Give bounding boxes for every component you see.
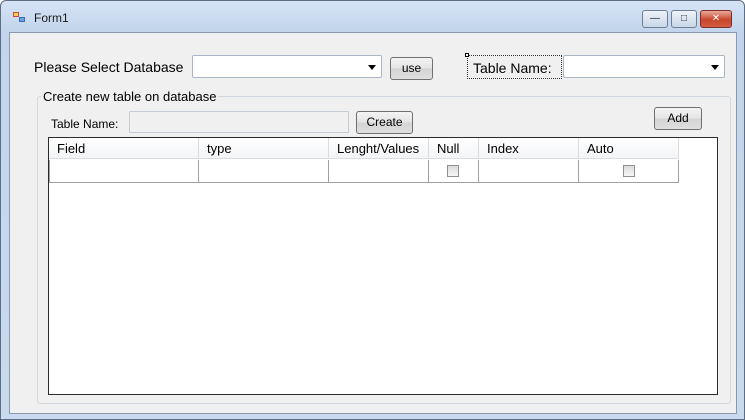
form-icon xyxy=(13,12,27,24)
new-table-name-input[interactable] xyxy=(129,111,349,133)
title-bar[interactable]: Form1 — □ ✕ xyxy=(1,1,744,33)
column-header-index[interactable]: Index xyxy=(479,138,579,159)
cell-auto xyxy=(579,160,679,183)
app-window: Form1 — □ ✕ Please Select Database use T… xyxy=(0,0,745,420)
database-combobox[interactable] xyxy=(192,55,382,78)
table-name-label: Table Name: xyxy=(473,60,552,76)
cell-type[interactable] xyxy=(199,160,329,183)
resize-handle[interactable] xyxy=(465,53,469,57)
column-header-auto[interactable]: Auto xyxy=(579,138,679,159)
minimize-icon: — xyxy=(650,13,660,24)
select-database-label: Please Select Database xyxy=(34,59,184,75)
create-button[interactable]: Create xyxy=(356,111,413,134)
null-checkbox[interactable] xyxy=(447,165,459,177)
auto-checkbox[interactable] xyxy=(623,165,635,177)
close-button[interactable]: ✕ xyxy=(700,10,732,28)
column-header-field[interactable]: Field xyxy=(49,138,199,159)
create-table-group-title: Create new table on database xyxy=(41,89,219,104)
window-title: Form1 xyxy=(34,11,69,25)
chevron-down-icon xyxy=(711,65,719,70)
add-button[interactable]: Add xyxy=(654,107,702,130)
maximize-icon: □ xyxy=(680,13,688,24)
cell-null xyxy=(429,160,479,183)
chevron-down-icon xyxy=(368,65,376,70)
cell-index[interactable] xyxy=(479,160,579,183)
form-client-area: Please Select Database use Table Name: C… xyxy=(9,32,737,414)
new-table-name-label: Table Name: xyxy=(51,117,119,131)
minimize-button[interactable]: — xyxy=(642,10,668,28)
fields-datagrid[interactable]: Field type Lenght/Values Null Index Auto xyxy=(48,137,718,395)
table-name-combobox[interactable] xyxy=(563,55,725,78)
column-header-type[interactable]: type xyxy=(199,138,329,159)
cell-field[interactable] xyxy=(49,160,199,183)
cell-length[interactable] xyxy=(329,160,429,183)
column-header-length[interactable]: Lenght/Values xyxy=(329,138,429,159)
column-header-null[interactable]: Null xyxy=(429,138,479,159)
maximize-button[interactable]: □ xyxy=(671,10,697,28)
use-button[interactable]: use xyxy=(390,57,433,80)
close-icon: ✕ xyxy=(711,13,721,24)
